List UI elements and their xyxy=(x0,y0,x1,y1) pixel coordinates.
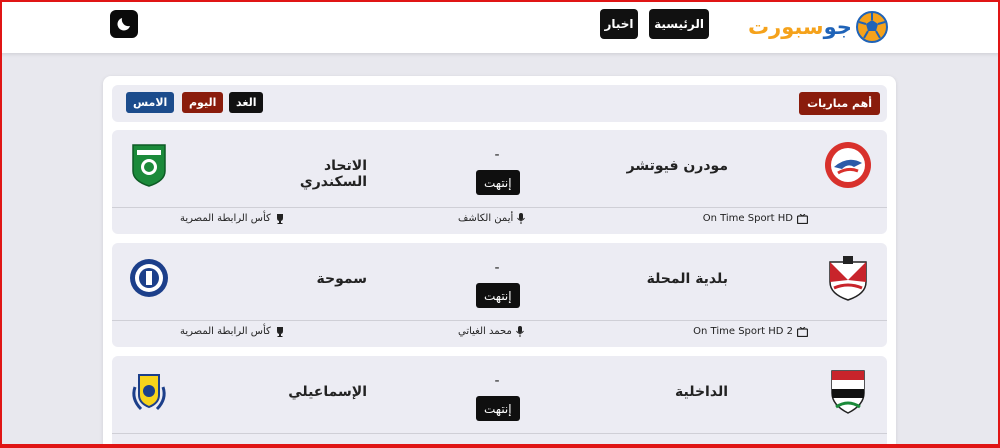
match-competition: كأس الرابطة المصرية xyxy=(180,326,285,337)
match-channel: On Time Sport HD xyxy=(703,213,808,224)
window-frame-bottom xyxy=(0,444,1000,448)
match-divider xyxy=(112,433,887,434)
nav-home-button[interactable]: الرئيسية xyxy=(649,9,709,39)
matches-panel-header: الامس اليوم الغد أهم مباريات xyxy=(112,85,887,122)
baladiyat-mahalla-logo xyxy=(829,256,867,301)
trophy-icon xyxy=(276,326,283,337)
match-score: - xyxy=(494,147,500,163)
football-icon xyxy=(855,11,888,43)
home-team-name: الداخلية xyxy=(675,384,728,400)
match-card[interactable]: الداخلية - إنتهت الإسماعيلي xyxy=(112,356,887,448)
panel-title: أهم مباريات xyxy=(799,92,880,115)
today-tab[interactable]: اليوم xyxy=(182,92,224,113)
match-score: - xyxy=(494,260,500,276)
match-card[interactable]: مودرن فيوتشر - إنتهت الاتحاد السكندري On… xyxy=(112,130,887,234)
ittihad-alexandria-logo xyxy=(132,144,166,187)
match-card[interactable]: بلدية المحلة - إنتهت سموحة On Time Sport… xyxy=(112,243,887,347)
site-logo[interactable]: جوسبورت xyxy=(748,9,889,45)
tv-icon xyxy=(797,326,808,337)
match-score: - xyxy=(494,373,500,389)
moon-icon xyxy=(117,18,130,31)
nav-news-button[interactable]: اخبار xyxy=(600,9,638,39)
theme-toggle-button[interactable] xyxy=(110,10,138,38)
yesterday-tab[interactable]: الامس xyxy=(126,92,175,113)
trophy-icon xyxy=(276,213,283,224)
ismaily-logo xyxy=(132,374,166,411)
match-status-badge: إنتهت xyxy=(476,170,520,195)
home-team-name: بلدية المحلة xyxy=(646,271,728,287)
away-team-name: الاتحاد السكندري xyxy=(299,158,367,190)
match-channel: On Time Sport HD 2 xyxy=(693,326,808,337)
microphone-icon xyxy=(517,213,526,224)
logo-text: جوسبورت xyxy=(748,15,852,39)
matches-panel: الامس اليوم الغد أهم مباريات مودرن فيوتش… xyxy=(103,76,896,448)
modern-future-logo xyxy=(825,142,871,188)
away-team-name: الإسماعيلي xyxy=(288,384,367,400)
smouha-logo xyxy=(130,259,168,297)
match-referee: محمد الغياتي xyxy=(458,326,524,337)
match-referee: أيمن الكاشف xyxy=(458,213,526,224)
match-divider xyxy=(112,207,887,208)
match-status-badge: إنتهت xyxy=(476,283,520,308)
tv-icon xyxy=(797,213,808,224)
site-header: اخبار الرئيسية جوسبورت xyxy=(0,0,1000,53)
match-divider xyxy=(112,320,887,321)
match-competition: كأس الرابطة المصرية xyxy=(180,213,285,224)
home-team-name: مودرن فيوتشر xyxy=(626,158,728,174)
tomorrow-tab[interactable]: الغد xyxy=(229,92,264,113)
el-dakhleya-logo xyxy=(831,370,865,414)
away-team-name: سموحة xyxy=(316,271,367,287)
match-status-badge: إنتهت xyxy=(476,396,520,421)
microphone-icon xyxy=(515,326,524,337)
